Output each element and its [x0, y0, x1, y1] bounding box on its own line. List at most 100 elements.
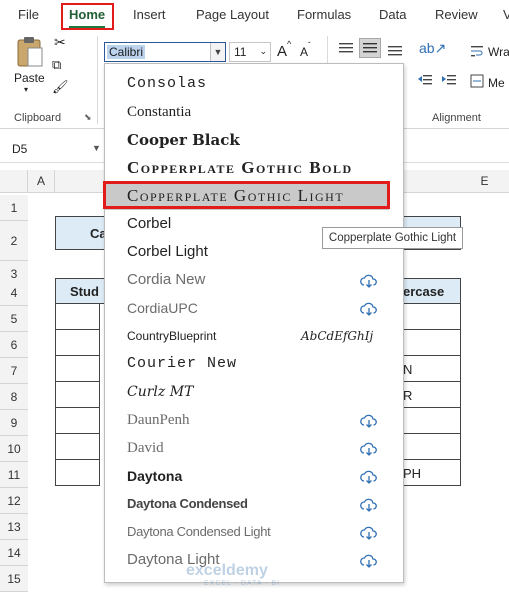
clipboard-group-label: Clipboard: [14, 112, 62, 124]
font-option-label: Cordia New: [127, 271, 206, 288]
table-row[interactable]: [55, 434, 100, 460]
row-header[interactable]: 14: [0, 540, 28, 566]
table-row[interactable]: [55, 460, 100, 486]
watermark-brand: exceldemy: [186, 562, 268, 579]
chevron-down-icon[interactable]: ▼: [210, 43, 225, 61]
row-header[interactable]: 15: [0, 566, 28, 592]
font-option-daytona-condensed-light[interactable]: Daytona Condensed Light: [105, 518, 389, 546]
tab-formulas[interactable]: Formulas: [297, 7, 351, 22]
font-option-daunpenh[interactable]: DaunPenh: [105, 406, 389, 434]
font-option-cooper-black[interactable]: Cooper Black: [105, 126, 389, 154]
column-header-e[interactable]: E: [460, 170, 509, 192]
uppercase-column-cells[interactable]: N R PH: [400, 304, 461, 486]
font-option-david[interactable]: David: [105, 434, 389, 462]
merge-center-icon[interactable]: [470, 74, 484, 88]
font-option-consolas[interactable]: Consolas: [105, 70, 389, 98]
cut-icon[interactable]: ✂: [54, 34, 66, 51]
shrink-font-icon: ˇ: [308, 41, 311, 50]
cell-divider: [401, 459, 460, 460]
table-row[interactable]: [55, 356, 100, 382]
row-header[interactable]: 5: [0, 306, 28, 332]
table-row[interactable]: [55, 408, 100, 434]
row-header[interactable]: 1: [0, 195, 28, 221]
cloud-download-icon: [360, 526, 377, 540]
font-option-daytona-condensed[interactable]: Daytona Condensed: [105, 490, 389, 518]
font-option-curlz-mt[interactable]: Curlz MT: [105, 378, 389, 406]
cloud-download-icon: [360, 274, 377, 288]
tab-insert[interactable]: Insert: [133, 7, 166, 22]
cloud-download-icon: [360, 442, 377, 456]
font-option-countryblueprint[interactable]: CountryBlueprint AbCdEfGhIj: [105, 322, 389, 350]
row-header[interactable]: 11: [0, 462, 28, 488]
font-option-courier-new[interactable]: Courier New: [105, 350, 389, 378]
decrease-indent-icon[interactable]: [418, 74, 432, 86]
cloud-download-icon: [360, 470, 377, 484]
cloud-download-icon: [360, 414, 377, 428]
select-all-corner[interactable]: [0, 170, 28, 192]
tab-file[interactable]: File: [18, 7, 39, 22]
align-middle-button[interactable]: [359, 38, 381, 58]
increase-indent-icon[interactable]: [442, 74, 456, 86]
group-divider: [97, 36, 98, 124]
font-name-combobox[interactable]: Calibri ▼: [104, 42, 226, 62]
row-header[interactable]: 6: [0, 332, 28, 358]
font-option-label: Daytona Condensed Light: [127, 524, 271, 539]
wrap-text-icon[interactable]: [470, 44, 484, 58]
copy-icon[interactable]: ⧉: [52, 57, 61, 73]
paste-button[interactable]: [14, 36, 46, 73]
table-row[interactable]: [55, 382, 100, 408]
cloud-download-icon: [360, 302, 377, 316]
row-header[interactable]: 8: [0, 384, 28, 410]
clipboard-launcher-icon[interactable]: ⬊: [84, 112, 92, 123]
row-header[interactable]: 13: [0, 514, 28, 540]
cell-divider: [401, 329, 460, 330]
font-name-value[interactable]: Calibri: [107, 45, 146, 59]
row-header[interactable]: 7: [0, 358, 28, 384]
format-painter-icon[interactable]: 🖌: [52, 79, 69, 95]
tab-page-layout[interactable]: Page Layout: [196, 7, 269, 22]
shrink-font-button[interactable]: A: [300, 45, 308, 59]
cell-divider: [401, 381, 460, 382]
row-header[interactable]: 4: [0, 280, 28, 306]
row-header[interactable]: 10: [0, 436, 28, 462]
font-option-cordiaupc[interactable]: CordiaUPC: [105, 294, 389, 322]
orientation-icon[interactable]: ab↗: [419, 40, 446, 57]
table-row[interactable]: [55, 330, 100, 356]
row-header[interactable]: 9: [0, 410, 28, 436]
chevron-down-icon[interactable]: ▼: [92, 143, 101, 153]
table-row[interactable]: [55, 304, 100, 330]
clipboard-icon: [17, 37, 43, 67]
selected-font-highlight: [103, 181, 390, 209]
tab-data[interactable]: Data: [379, 7, 406, 22]
font-option-label: Daytona Condensed: [127, 496, 248, 511]
tab-view[interactable]: V: [503, 7, 509, 22]
font-option-daytona[interactable]: Daytona: [105, 462, 389, 490]
header-cell-uppercase[interactable]: ercase: [400, 278, 461, 304]
row-header[interactable]: 2: [0, 221, 28, 261]
align-bottom-icon[interactable]: [387, 43, 403, 57]
cell-divider: [401, 407, 460, 408]
font-option-constantia[interactable]: Constantia: [105, 98, 389, 126]
align-top-icon[interactable]: [338, 41, 354, 55]
font-option-cordia-new[interactable]: Cordia New: [105, 266, 389, 294]
header-cell-student[interactable]: Stud: [55, 278, 105, 304]
header-cell-text: Stud: [70, 284, 99, 299]
wrap-text-label[interactable]: Wra: [488, 45, 509, 59]
paste-dropdown-icon[interactable]: ▾: [24, 85, 28, 94]
font-option-label: David: [127, 440, 164, 456]
row-header[interactable]: 12: [0, 488, 28, 514]
align-middle-icon: [363, 43, 377, 53]
font-size-value[interactable]: 11: [234, 45, 246, 59]
cloud-download-icon: [360, 554, 377, 568]
alignment-group-label: Alignment: [432, 112, 481, 124]
grow-font-button[interactable]: A: [277, 43, 287, 60]
font-option-copperplate-bold[interactable]: Copperplate Gothic Bold: [105, 154, 389, 182]
merge-center-label[interactable]: Me: [488, 76, 505, 90]
title-cell[interactable]: Ca: [55, 216, 107, 250]
font-dropdown-list[interactable]: Consolas Constantia Cooper Black Copperp…: [104, 63, 404, 583]
tab-review[interactable]: Review: [435, 7, 478, 22]
column-header-a[interactable]: A: [28, 170, 55, 192]
watermark-tagline: EXCEL · DATA · BI: [204, 580, 280, 587]
chevron-down-icon[interactable]: ⌄: [259, 46, 267, 57]
font-size-combobox[interactable]: 11 ⌄: [229, 42, 271, 62]
